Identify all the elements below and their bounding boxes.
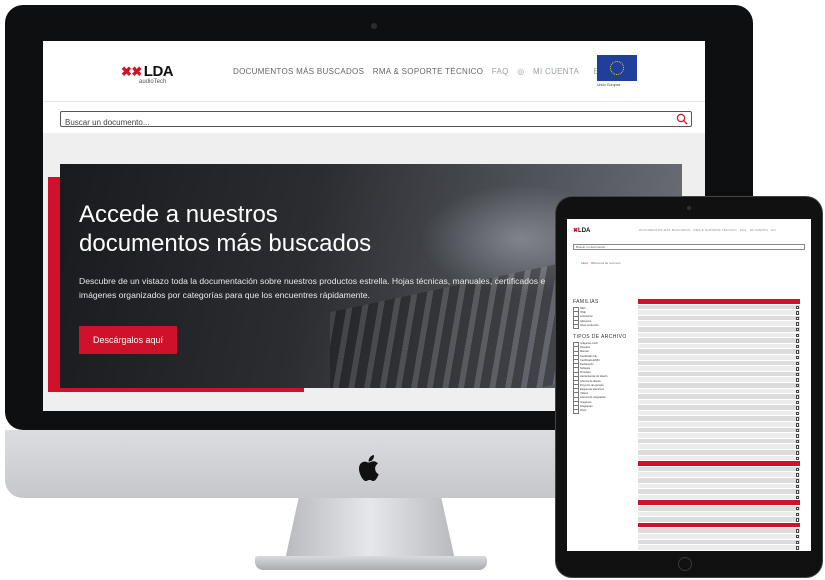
download-icon[interactable] [795, 506, 799, 511]
logo-text: LDA [143, 63, 174, 80]
tablet-nav-rma[interactable]: RMA & SOPORTE TÉCNICO [694, 228, 737, 232]
download-icon[interactable] [795, 344, 799, 349]
breadcrumb-current: Biblioteca de recursos [591, 261, 621, 265]
logo-subtitle: audioTech [139, 79, 167, 85]
download-icon[interactable] [795, 423, 799, 427]
tablet-nav-language[interactable]: EN [771, 228, 776, 232]
download-icon[interactable] [795, 518, 799, 522]
download-icon[interactable] [795, 439, 799, 444]
download-icon[interactable] [795, 546, 799, 550]
download-icon[interactable] [795, 322, 799, 326]
download-icon[interactable] [795, 456, 799, 461]
breadcrumb: Inicio Biblioteca de recursos [581, 261, 621, 265]
download-icon[interactable] [795, 355, 799, 360]
document-table [638, 299, 800, 551]
hero-title-line1: Accede a nuestros [79, 201, 278, 228]
breadcrumb-home[interactable]: Inicio [581, 261, 588, 265]
download-icon[interactable] [795, 411, 799, 416]
download-icon[interactable] [795, 445, 799, 449]
download-icon[interactable] [795, 495, 799, 500]
download-icon[interactable] [795, 333, 799, 338]
download-icon[interactable] [795, 529, 799, 533]
main-nav: DOCUMENTOS MÁS BUSCADOS RMA & SOPORTE TÉ… [233, 67, 611, 76]
download-icon[interactable] [795, 479, 799, 483]
hero-description: Descubre de un vistazo toda la documenta… [79, 276, 546, 300]
eu-stars-icon [610, 61, 624, 75]
download-icon[interactable] [795, 484, 799, 489]
download-icon[interactable] [795, 534, 799, 539]
tablet-logo-text: LDA [578, 228, 591, 234]
site-logo[interactable]: ✖✖ LDA [121, 63, 174, 80]
file-types-heading: TIPOS DE ARCHIVO [573, 333, 627, 340]
filter-checkbox[interactable]: Otros productos [573, 324, 633, 330]
download-icon[interactable] [795, 327, 799, 332]
download-icon[interactable] [795, 389, 799, 393]
download-icon[interactable] [795, 467, 799, 472]
nav-rma-support[interactable]: RMA & SOPORTE TÉCNICO [373, 67, 483, 76]
eu-caption: Unión Europea [597, 83, 621, 87]
nav-account[interactable]: ◎ MI CUENTA [517, 67, 585, 76]
nav-most-searched[interactable]: DOCUMENTOS MÁS BUSCADOS [233, 67, 364, 76]
imac-stand [285, 498, 455, 560]
user-icon: ◎ [517, 67, 527, 76]
imac-stand-base [255, 556, 487, 570]
apple-logo-icon [359, 455, 379, 481]
download-icon[interactable] [795, 305, 799, 310]
download-cta-button[interactable]: Descárgalos aquí [79, 326, 177, 354]
header-divider [43, 101, 705, 102]
tablet-logo[interactable]: ✖LDA [573, 227, 590, 234]
tablet-nav-account[interactable]: MI CUENTA [750, 228, 768, 232]
tablet-nav: DOCUMENTOS MÁS BUSCADOS · RMA & SOPORTE … [639, 228, 776, 232]
tablet-nav-most-searched[interactable]: DOCUMENTOS MÁS BUSCADOS [639, 228, 690, 232]
download-icon[interactable] [795, 490, 799, 494]
download-icon[interactable] [795, 361, 799, 366]
eu-flag-logo [597, 55, 637, 81]
download-icon[interactable] [795, 406, 799, 410]
download-icon[interactable] [795, 451, 799, 455]
download-icon[interactable] [795, 417, 799, 421]
families-heading: FAMILIAS [573, 299, 599, 305]
ipad-frame: ✖LDA DOCUMENTOS MÁS BUSCADOS · RMA & SOP… [556, 197, 822, 577]
tablet-nav-faq[interactable]: FAQ [740, 228, 747, 232]
download-icon[interactable] [795, 473, 799, 477]
download-icon[interactable] [795, 383, 799, 388]
nav-faq[interactable]: FAQ [492, 67, 509, 76]
download-icon[interactable] [795, 350, 799, 354]
download-icon[interactable] [795, 434, 799, 438]
download-icon[interactable] [795, 395, 799, 399]
download-icon[interactable] [795, 540, 799, 545]
download-icon[interactable] [795, 339, 799, 343]
nav-account-label: MI CUENTA [533, 67, 580, 76]
tablet-search-input[interactable]: Buscar un documento... [573, 244, 805, 250]
download-icon[interactable] [795, 512, 799, 517]
device-mockup-scene: ✖✖ LDA audioTech DOCUMENTOS MÁS BUSCADOS … [0, 0, 825, 580]
hero-title-line2: documentos más buscados [79, 230, 372, 257]
download-icon[interactable] [795, 428, 799, 433]
ipad-screen: ✖LDA DOCUMENTOS MÁS BUSCADOS · RMA & SOP… [567, 219, 811, 551]
filter-sidebar: FAMILIAS NEO ONE Accesorios Altavoces Ot… [573, 299, 633, 415]
imac-camera [371, 23, 377, 29]
search-bar [60, 111, 692, 130]
hero-title: Accede a nuestros documentos más buscados [79, 200, 439, 258]
download-icon[interactable] [795, 316, 799, 321]
search-input[interactable] [61, 115, 651, 130]
logo-mark-icon: ✖✖ [121, 64, 142, 79]
filter-checkbox[interactable]: Otros [573, 409, 633, 415]
download-icon[interactable] [795, 400, 799, 405]
ipad-home-button [678, 557, 692, 571]
download-icon[interactable] [795, 372, 799, 377]
search-icon[interactable] [676, 113, 688, 125]
download-icon[interactable] [795, 311, 799, 315]
site-header: ✖✖ LDA audioTech DOCUMENTOS MÁS BUSCADOS … [43, 41, 705, 101]
download-icon[interactable] [795, 378, 799, 382]
download-icon[interactable] [795, 367, 799, 371]
ipad-camera [687, 206, 691, 210]
